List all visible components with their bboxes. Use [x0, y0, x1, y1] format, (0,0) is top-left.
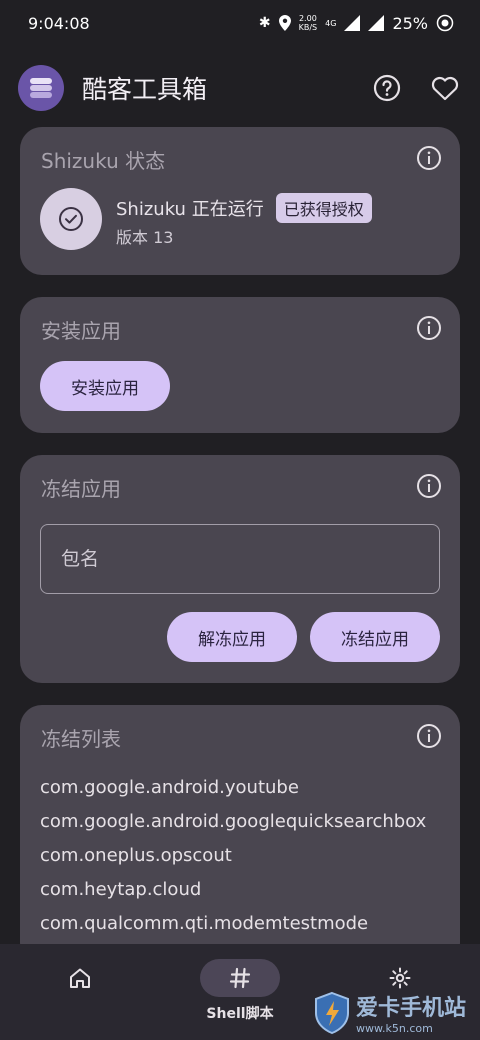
authorized-badge: 已获得授权 — [275, 193, 372, 223]
bluetooth-icon: ✱ — [258, 15, 271, 31]
frozen-package-list: com.google.android.youtube com.google.an… — [40, 771, 426, 941]
shizuku-status-card: Shizuku 状态 Shizuku 正在运行 已获得授权 版本 13 — [20, 127, 460, 275]
freeze-card-title: 冻结应用 — [41, 477, 121, 501]
unfreeze-app-button[interactable]: 解冻应用 — [167, 612, 297, 662]
info-icon[interactable] — [416, 473, 442, 499]
nav-shell-label: Shell脚本 — [206, 1006, 274, 1022]
favorite-button[interactable] — [428, 71, 462, 105]
app-bar: 酷客工具箱 — [0, 58, 480, 118]
list-item: com.heytap.cloud — [40, 879, 202, 900]
shizuku-card-title: Shizuku 状态 — [41, 149, 166, 173]
freeze-app-card: 冻结应用 解冻应用 冻结应用 — [20, 455, 460, 683]
status-time: 9:04:08 — [28, 13, 90, 33]
list-item: com.google.android.youtube — [40, 777, 299, 798]
help-icon — [373, 74, 401, 102]
install-app-button[interactable]: 安装应用 — [40, 361, 170, 411]
status-icons: ✱ 2.00 KB/S 4G 25% — [259, 14, 454, 33]
network-type: 4G — [325, 18, 337, 28]
help-button[interactable] — [370, 71, 404, 105]
net-speed: 2.00 KB/S — [299, 14, 318, 32]
watermark-main: 爱卡手机站 — [356, 996, 467, 1021]
app-logo-icon — [18, 65, 64, 111]
package-name-input[interactable] — [61, 548, 419, 570]
signal-icon — [344, 15, 361, 31]
status-line: Shizuku 正在运行 已获得授权 — [116, 193, 372, 223]
shizuku-status-text: Shizuku 正在运行 — [116, 199, 264, 220]
freeze-list-title: 冻结列表 — [41, 727, 121, 751]
status-bar: 9:04:08 ✱ 2.00 KB/S 4G 25% — [0, 0, 480, 46]
shield-logo-icon — [315, 991, 349, 1034]
info-icon[interactable] — [416, 315, 442, 341]
battery-icon — [436, 14, 454, 32]
list-item: com.qualcomm.qti.modemtestmode — [40, 913, 369, 934]
location-icon — [278, 15, 291, 31]
freeze-app-button[interactable]: 冻结应用 — [310, 612, 440, 662]
package-name-field[interactable] — [40, 524, 440, 594]
net-speed-unit: KB/S — [298, 23, 318, 32]
nav-shell[interactable]: Shell脚本 — [160, 944, 320, 1040]
shizuku-version: 版本 13 — [116, 228, 174, 247]
list-item: com.oneplus.opscout — [40, 845, 232, 866]
check-circle-icon — [59, 207, 83, 231]
nav-home[interactable] — [0, 944, 160, 1040]
nav-home-indicator — [40, 959, 120, 997]
signal-icon-2 — [368, 15, 385, 31]
net-speed-value: 2.00 — [298, 14, 317, 23]
nav-shell-indicator — [200, 959, 280, 997]
status-check-circle — [40, 188, 102, 250]
favorite-icon — [431, 76, 459, 101]
info-icon[interactable] — [416, 145, 442, 171]
freeze-list-card: 冻结列表 com.google.android.youtube com.goog… — [20, 705, 460, 965]
settings-icon — [389, 967, 411, 989]
install-app-card: 安装应用 安装应用 — [20, 297, 460, 433]
watermark: 爱卡手机站 www.k5n.com — [312, 990, 466, 1035]
app-title: 酷客工具箱 — [82, 75, 208, 104]
install-card-title: 安装应用 — [41, 319, 121, 343]
hash-icon — [229, 967, 251, 989]
watermark-sub: www.k5n.com — [356, 1022, 433, 1035]
info-icon[interactable] — [416, 723, 442, 749]
list-item: com.google.android.googlequicksearchbox — [40, 811, 427, 832]
battery-text: 25% — [392, 13, 428, 33]
home-icon — [70, 968, 90, 988]
